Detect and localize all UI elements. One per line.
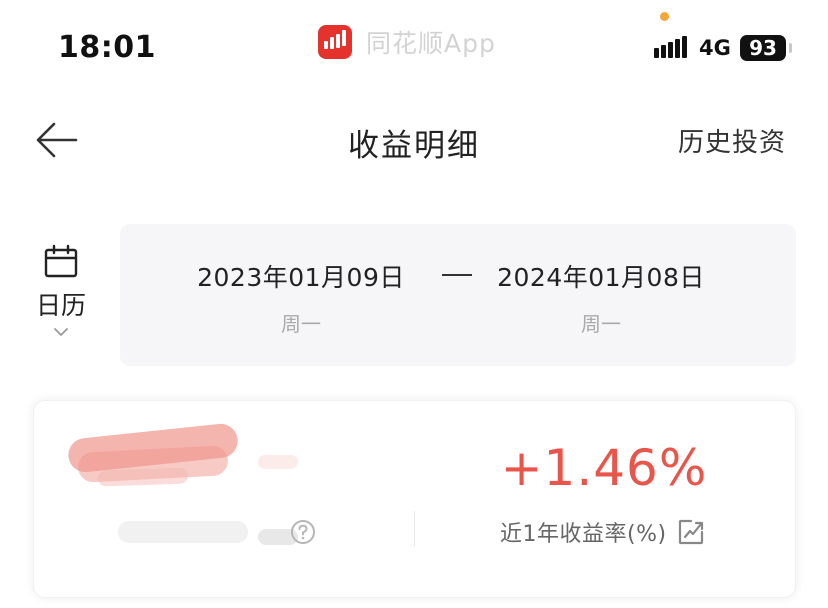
income-detail-screen: 18:01 同花顺App 4G 93 收益明细 历史投资 日历 2023年01月… (0, 0, 828, 608)
calendar-toggle[interactable]: 日历 (28, 240, 94, 350)
trend-chart-icon[interactable] (677, 518, 705, 546)
history-investment-link[interactable]: 历史投资 (678, 122, 786, 159)
return-rate-label: 近1年收益率(%) (500, 522, 667, 547)
date-range-panel: 2023年01月09日 周一 2024年01月08日 周一 (120, 224, 796, 366)
privacy-indicator-dot (660, 12, 669, 21)
redacted-amount (58, 409, 318, 559)
arrow-left-icon (36, 122, 78, 158)
return-rate-value: +1.46% (500, 439, 708, 497)
return-label-row: 近1年收益率(%) (500, 515, 705, 549)
app-logo-icon (318, 25, 352, 59)
battery-tip (789, 43, 792, 53)
app-source-indicator: 同花顺App (318, 24, 496, 60)
calendar-label: 日历 (35, 291, 86, 320)
chevron-down-icon (54, 328, 68, 336)
return-summary-card: +1.46% 近1年收益率(%) (33, 400, 796, 598)
back-button[interactable] (28, 114, 84, 166)
end-date-selector[interactable]: 2024年01月08日 周一 (486, 258, 716, 337)
app-source-name: 同花顺App (366, 29, 496, 58)
signal-bars-icon (654, 36, 687, 58)
start-date: 2023年01月09日 (197, 263, 405, 292)
status-bar: 18:01 同花顺App 4G 93 (0, 0, 828, 92)
calendar-icon (44, 244, 78, 278)
question-circle-icon[interactable] (290, 519, 316, 545)
start-weekday: 周一 (281, 312, 321, 336)
network-type: 4G (699, 36, 731, 60)
card-divider (414, 511, 415, 547)
battery-level: 93 (749, 36, 777, 60)
end-weekday: 周一 (581, 312, 621, 336)
nav-bar: 收益明细 历史投资 (0, 100, 828, 180)
battery-icon: 93 (740, 35, 786, 61)
end-date: 2024年01月08日 (497, 263, 705, 292)
status-time: 18:01 (58, 30, 156, 65)
range-separator (442, 274, 472, 276)
start-date-selector[interactable]: 2023年01月09日 周一 (186, 258, 416, 337)
